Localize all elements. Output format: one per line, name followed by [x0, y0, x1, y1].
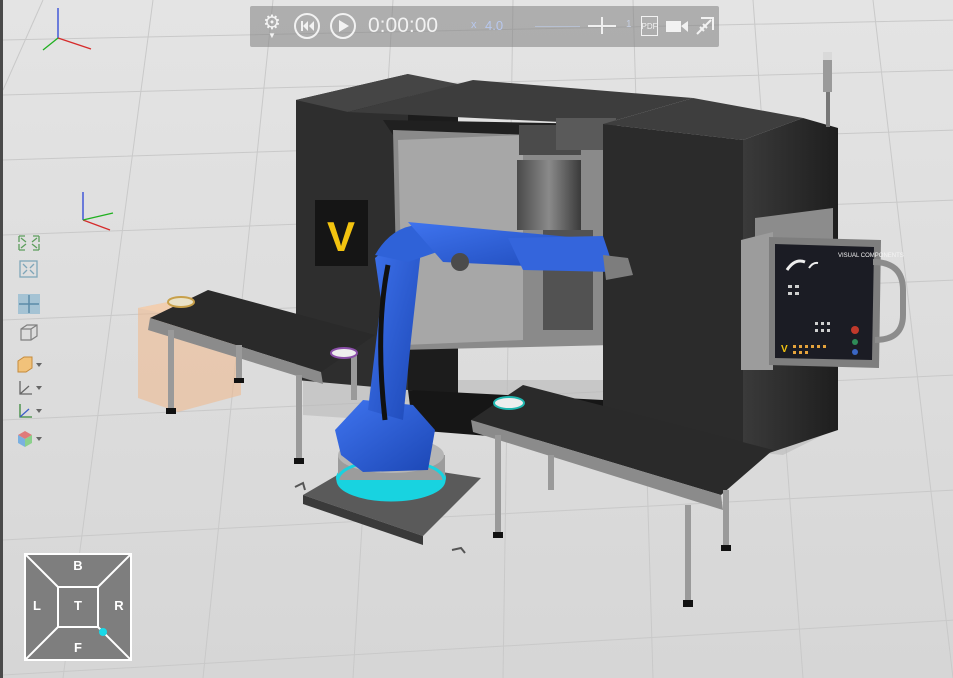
video-camera-icon — [666, 21, 688, 32]
nav-cube-indicator — [99, 628, 107, 636]
frame-display-button[interactable] — [15, 401, 43, 421]
timeline-end-label: 1 — [626, 19, 632, 30]
gear-icon: ⚙ — [263, 12, 281, 34]
speed-value[interactable]: 4.0 — [485, 18, 503, 33]
fit-all-button[interactable] — [15, 233, 43, 253]
fit-all-icon — [18, 235, 40, 251]
svg-text:V: V — [781, 344, 788, 355]
nav-face-right[interactable]: R — [111, 598, 127, 613]
play-icon — [339, 20, 349, 32]
workpiece[interactable] — [167, 296, 195, 308]
nav-face-back[interactable]: B — [70, 558, 86, 573]
antenna-icon — [696, 17, 714, 35]
render-mode-button[interactable] — [15, 355, 43, 375]
playback-toolbar: ⚙ ▼ 0:00:00 x 4.0 1 PDF — [250, 6, 719, 47]
export-pdf-button[interactable]: PDF — [641, 16, 658, 36]
reset-simulation-button[interactable] — [294, 13, 320, 39]
rewind-icon — [301, 21, 314, 31]
play-button[interactable] — [330, 13, 356, 39]
record-video-button[interactable] — [664, 17, 690, 35]
simulation-scene[interactable]: V VISUAL COMPONENTS V — [3, 0, 953, 678]
nav-face-front[interactable]: F — [70, 640, 86, 655]
3d-viewport[interactable]: V VISUAL COMPONENTS V ⚙ ▼ 0:00:00 x 4.0 … — [0, 0, 953, 678]
navigation-cube[interactable]: B L T R F — [24, 553, 132, 661]
fit-selection-button[interactable] — [15, 259, 43, 279]
color-mode-button[interactable] — [15, 429, 43, 449]
box-view-button[interactable] — [15, 322, 43, 342]
nav-face-left[interactable]: L — [29, 598, 45, 613]
box-icon — [20, 324, 38, 341]
axes-icon — [19, 381, 42, 395]
timeline-slider-handle[interactable] — [601, 17, 603, 34]
frame-icon — [19, 404, 42, 418]
speed-slider[interactable] — [535, 26, 580, 27]
panel-brand-text: VISUAL COMPONENTS — [838, 253, 904, 259]
speed-prefix: x — [471, 19, 477, 31]
simulation-time: 0:00:00 — [368, 14, 439, 37]
brand-logo-letter: V — [327, 213, 355, 260]
chevron-down-icon: ▼ — [268, 31, 276, 40]
color-cube-icon — [18, 431, 42, 447]
workpiece[interactable] — [330, 347, 358, 359]
snap-view-button[interactable] — [15, 293, 43, 314]
signal-analysis-button[interactable] — [694, 15, 716, 37]
pdf-icon: PDF — [641, 21, 658, 31]
nav-face-top[interactable]: T — [70, 598, 86, 613]
fit-selection-icon — [19, 260, 38, 278]
workpiece[interactable] — [493, 396, 525, 410]
axes-display-button[interactable] — [15, 378, 43, 398]
shaded-cube-icon — [17, 356, 42, 373]
snap-view-icon — [18, 294, 40, 314]
settings-button[interactable]: ⚙ ▼ — [260, 12, 284, 42]
